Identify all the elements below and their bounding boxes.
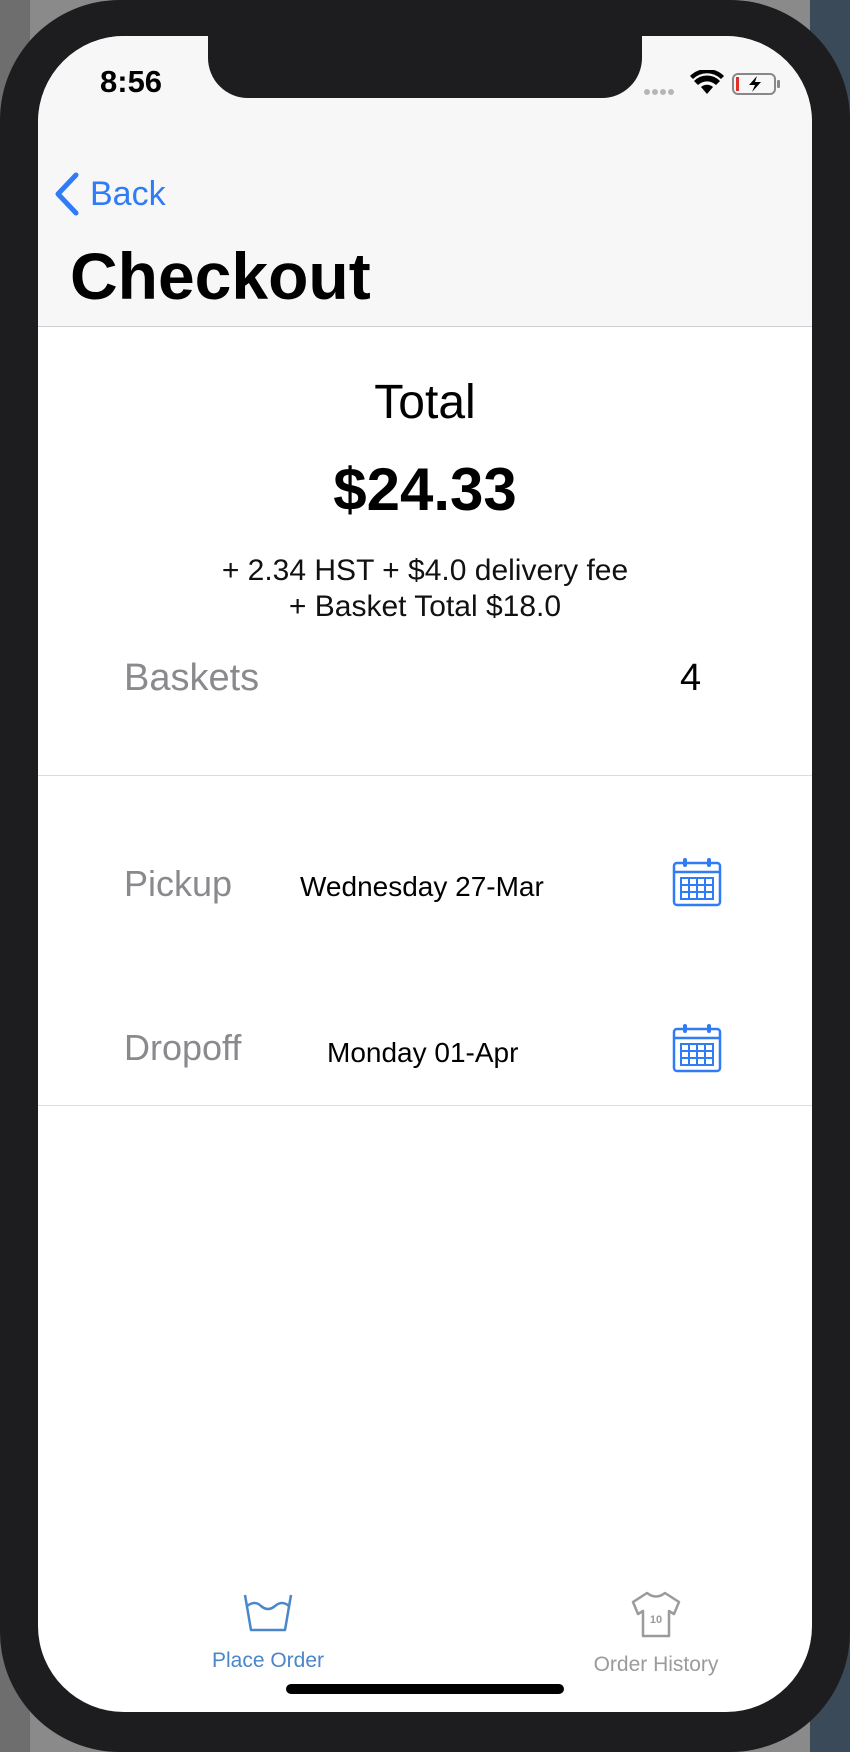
tab-order-history[interactable]: 10 Order History <box>526 1590 786 1677</box>
pickup-calendar-icon[interactable] <box>672 857 722 907</box>
divider <box>38 775 812 776</box>
dropoff-date: Monday 01-Apr <box>327 1037 519 1068</box>
total-label: Total <box>374 376 476 429</box>
device-notch <box>208 36 642 98</box>
page-title: Checkout <box>70 239 371 313</box>
status-time: 8:56 <box>100 64 163 99</box>
tab-order-history-label: Order History <box>593 1653 719 1676</box>
breakdown-line-1: + 2.34 HST + $4.0 delivery fee <box>221 554 629 587</box>
tab-place-order[interactable]: Place Order <box>138 1590 398 1673</box>
pickup-date: Wednesday 27-Mar <box>300 871 544 902</box>
phone-screen: 8:56 Back Checkout Total $24.33 + 2.34 H… <box>38 36 812 1712</box>
baskets-label: Baskets <box>124 657 260 699</box>
phone-frame: 8:56 Back Checkout Total $24.33 + 2.34 H… <box>0 0 850 1752</box>
tab-place-order-label: Place Order <box>211 1649 325 1672</box>
svg-text:10: 10 <box>650 1614 662 1626</box>
basket-icon <box>243 1594 293 1632</box>
wifi-icon <box>690 70 724 94</box>
dropoff-label: Dropoff <box>124 1027 242 1068</box>
baskets-count: 4 <box>680 657 702 699</box>
chevron-left-icon <box>55 172 79 216</box>
total-amount: $24.33 <box>333 456 517 523</box>
jersey-icon: 10 <box>631 1591 681 1638</box>
battery-charging-icon <box>732 73 780 95</box>
back-button[interactable]: Back <box>54 170 166 218</box>
breakdown-line-2: + Basket Total $18.0 <box>288 590 562 623</box>
back-button-label: Back <box>90 174 166 213</box>
navigation-bar: Back Checkout <box>38 126 812 327</box>
pickup-label: Pickup <box>124 863 233 904</box>
price-breakdown: + 2.34 HST + $4.0 delivery fee + Basket … <box>38 553 812 625</box>
dropoff-calendar-icon[interactable] <box>672 1023 722 1073</box>
divider <box>38 1105 812 1106</box>
cellular-signal-icon <box>644 82 680 95</box>
home-indicator <box>286 1684 564 1694</box>
